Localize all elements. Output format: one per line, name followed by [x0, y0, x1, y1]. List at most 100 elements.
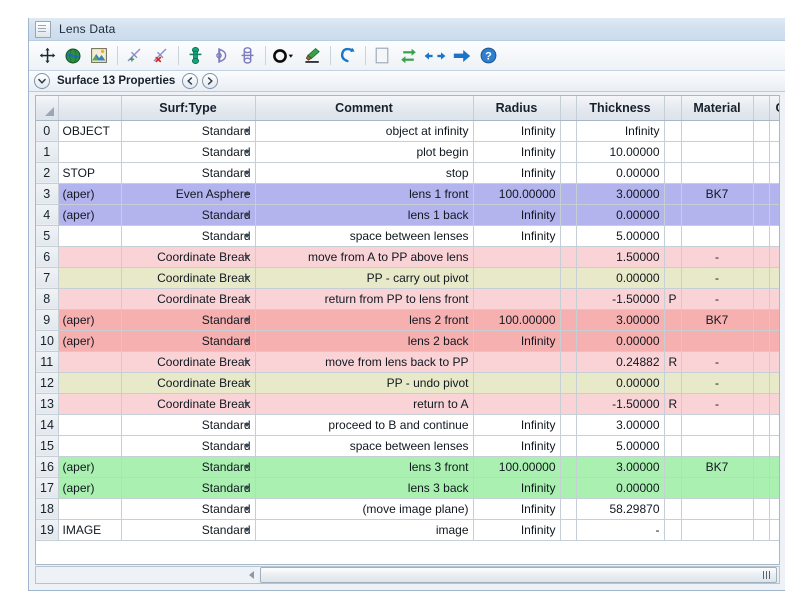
surface-name-cell[interactable] [58, 393, 122, 415]
radius-solve-cell[interactable] [560, 435, 577, 457]
column-header-thickness-solve[interactable] [664, 96, 682, 121]
thickness-solve-cell[interactable] [664, 477, 682, 499]
surface-name-cell[interactable]: (aper) [58, 204, 122, 226]
material-cell[interactable]: BK7 [681, 456, 754, 478]
surface-type-cell[interactable]: Standard [121, 225, 256, 247]
column-header-radius[interactable]: Radius [473, 96, 561, 121]
radius-solve-cell[interactable] [560, 519, 577, 541]
material-cell[interactable]: - [681, 351, 754, 373]
delete-surface-icon[interactable] [148, 44, 172, 68]
row-number-cell[interactable]: 13 [36, 393, 59, 415]
material-cell[interactable]: - [681, 246, 754, 268]
surface-name-cell[interactable]: (aper) [58, 183, 122, 205]
clear-semi-dia-cell[interactable] [769, 225, 779, 247]
material-solve-cell[interactable] [753, 351, 770, 373]
radius-cell[interactable]: Infinity [473, 477, 561, 499]
material-cell[interactable]: - [681, 288, 754, 310]
thickness-solve-cell[interactable] [664, 456, 682, 478]
clear-semi-dia-cell[interactable] [769, 414, 779, 436]
scrollbar-track-left[interactable] [36, 567, 258, 583]
comment-cell[interactable]: lens 1 back [255, 204, 474, 226]
chevron-down-icon[interactable] [243, 380, 250, 385]
column-header-material-solve[interactable] [753, 96, 770, 121]
swap-surfaces-icon[interactable] [396, 44, 420, 68]
material-solve-cell[interactable] [753, 414, 770, 436]
surface-properties-icon[interactable] [183, 44, 207, 68]
table-row[interactable]: 8 Coordinate Break return from PP to lens … [36, 288, 779, 310]
row-number-cell[interactable]: 5 [36, 225, 59, 247]
chevron-down-icon[interactable] [243, 254, 250, 259]
thickness-cell[interactable]: 3.00000 [576, 309, 665, 331]
clear-semi-dia-cell[interactable] [769, 120, 779, 142]
radius-solve-cell[interactable] [560, 351, 577, 373]
surface-name-cell[interactable] [58, 267, 122, 289]
chevron-down-icon[interactable] [243, 212, 250, 217]
surface-type-cell[interactable]: Standard [121, 162, 256, 184]
material-solve-cell[interactable] [753, 288, 770, 310]
chevron-down-icon[interactable] [243, 443, 250, 448]
chevron-down-icon[interactable] [243, 527, 250, 532]
chevron-down-icon[interactable] [243, 296, 250, 301]
surface-type-cell[interactable]: Even Asphere [121, 183, 256, 205]
radius-cell[interactable] [473, 288, 561, 310]
grid-corner-header[interactable] [36, 96, 59, 121]
chevron-down-icon[interactable] [34, 73, 50, 89]
column-header-comment[interactable]: Comment [255, 96, 474, 121]
surface-type-cell[interactable]: Coordinate Break [121, 351, 256, 373]
chevron-down-icon[interactable] [243, 128, 250, 133]
chevron-down-icon[interactable] [243, 338, 250, 343]
chevron-down-icon[interactable] [243, 233, 250, 238]
material-solve-cell[interactable] [753, 120, 770, 142]
comment-cell[interactable]: move from A to PP above lens [255, 246, 474, 268]
radius-cell[interactable]: Infinity [473, 204, 561, 226]
comment-cell[interactable]: lens 1 front [255, 183, 474, 205]
image-layout-icon[interactable] [87, 44, 111, 68]
clear-semi-dia-cell[interactable] [769, 246, 779, 268]
surface-name-cell[interactable] [58, 414, 122, 436]
comment-cell[interactable]: (move image plane) [255, 498, 474, 520]
radius-solve-cell[interactable] [560, 372, 577, 394]
surface-type-cell[interactable]: Coordinate Break [121, 267, 256, 289]
chevron-left-icon[interactable] [182, 73, 199, 89]
row-number-cell[interactable]: 10 [36, 330, 59, 352]
table-row[interactable]: 7 Coordinate Break PP - carry out pivot 0.0… [36, 267, 779, 289]
table-row[interactable]: 4 (aper) Standard lens 1 back Infinity 0.0000… [36, 204, 779, 226]
clear-semi-dia-cell[interactable] [769, 519, 779, 541]
insert-surface-before-icon[interactable] [122, 44, 146, 68]
comment-cell[interactable]: PP - undo pivot [255, 372, 474, 394]
material-cell[interactable] [681, 498, 754, 520]
flip-surface-icon[interactable] [235, 44, 259, 68]
radius-cell[interactable]: Infinity [473, 162, 561, 184]
table-row[interactable]: 6 Coordinate Break move from A to PP above… [36, 246, 779, 268]
row-number-cell[interactable]: 9 [36, 309, 59, 331]
surface-name-cell[interactable] [58, 141, 122, 163]
thickness-cell[interactable]: Infinity [576, 120, 665, 142]
column-header-material[interactable]: Material [681, 96, 754, 121]
globe-icon[interactable] [61, 44, 85, 68]
material-cell[interactable]: - [681, 393, 754, 415]
material-solve-cell[interactable] [753, 225, 770, 247]
thickness-solve-cell[interactable] [664, 225, 682, 247]
comment-cell[interactable]: PP - carry out pivot [255, 267, 474, 289]
clear-semi-dia-cell[interactable] [769, 498, 779, 520]
radius-solve-cell[interactable] [560, 141, 577, 163]
material-solve-cell[interactable] [753, 519, 770, 541]
row-number-cell[interactable]: 17 [36, 477, 59, 499]
clear-semi-dia-cell[interactable] [769, 267, 779, 289]
thickness-solve-cell[interactable] [664, 183, 682, 205]
radius-cell[interactable]: Infinity [473, 225, 561, 247]
comment-cell[interactable]: return to A [255, 393, 474, 415]
table-row[interactable]: 1 Standard plot begin Infinity 10.00000 [36, 141, 779, 163]
material-cell[interactable] [681, 519, 754, 541]
clear-semi-dia-cell[interactable] [769, 330, 779, 352]
material-cell[interactable]: - [681, 267, 754, 289]
row-number-cell[interactable]: 0 [36, 120, 59, 142]
material-solve-cell[interactable] [753, 183, 770, 205]
row-number-cell[interactable]: 11 [36, 351, 59, 373]
surface-type-cell[interactable]: Standard [121, 141, 256, 163]
comment-cell[interactable]: lens 3 back [255, 477, 474, 499]
radius-cell[interactable] [473, 393, 561, 415]
row-number-cell[interactable]: 15 [36, 435, 59, 457]
table-row[interactable]: 3 (aper) Even Asphere lens 1 front 100.00000… [36, 183, 779, 205]
thickness-cell[interactable]: 58.29870 [576, 498, 665, 520]
